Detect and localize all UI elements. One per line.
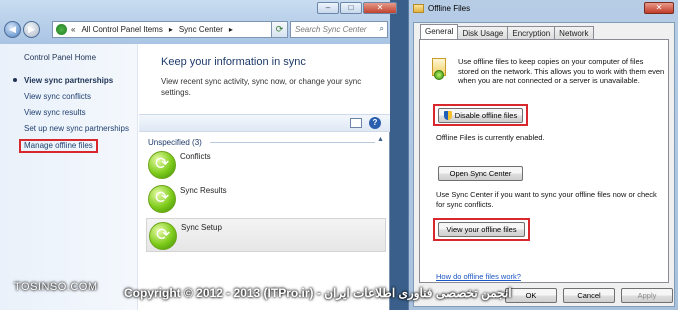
tab-strip: General Disk Usage Encryption Network [420, 24, 594, 39]
sidebar-item-control-panel-home[interactable]: Control Panel Home [24, 53, 96, 62]
disable-offline-files-button[interactable]: Disable offline files [438, 108, 523, 123]
group-divider [210, 142, 375, 143]
disable-offline-files-label: Disable offline files [454, 111, 518, 120]
list-item-label: Sync Setup [181, 223, 222, 232]
view-offline-files-button[interactable]: View your offline files [438, 222, 525, 237]
search-input[interactable]: Search Sync Center ⌕ [290, 21, 388, 38]
status-text: Offline Files is currently enabled. [436, 133, 545, 142]
list-item-conflicts[interactable]: Conflicts [146, 148, 386, 182]
cancel-button[interactable]: Cancel [563, 288, 615, 303]
close-button[interactable]: ✕ [363, 2, 397, 14]
dialog-body: General Disk Usage Encryption Network Us… [413, 22, 675, 307]
general-tab-panel: Use offline files to keep copies on your… [419, 39, 669, 283]
apply-button[interactable]: Apply [621, 288, 673, 303]
list-item-sync-setup[interactable]: Sync Setup [146, 218, 386, 252]
command-bar: ? [139, 114, 390, 132]
list-item-label: Sync Results [180, 186, 227, 195]
address-chevron[interactable]: « [71, 25, 75, 34]
close-button[interactable]: ✕ [644, 2, 674, 14]
group-header[interactable]: Unspecified (3) [148, 138, 202, 147]
sync-center-hint: Use Sync Center if you want to sync your… [436, 190, 657, 209]
title-bar: – □ ✕ ◀ ▶ « All Control Panel Items ▸ Sy… [0, 0, 397, 44]
change-view-icon[interactable] [350, 118, 362, 128]
open-sync-center-button[interactable]: Open Sync Center [438, 166, 523, 181]
refresh-icon[interactable]: ⟳ [271, 21, 288, 38]
offline-files-description: Use offline files to keep copies on your… [458, 57, 665, 85]
sync-icon [148, 185, 176, 213]
breadcrumb-separator[interactable]: ▸ [229, 25, 233, 34]
breadcrumb-all-control-panel-items[interactable]: All Control Panel Items [81, 25, 162, 34]
collapse-chevron-icon[interactable]: ▲ [377, 136, 384, 143]
breadcrumb-sync-center[interactable]: Sync Center [179, 25, 223, 34]
back-button[interactable]: ◀ [4, 21, 21, 38]
help-link[interactable]: How do offline files work? [436, 272, 521, 281]
maximize-button[interactable]: □ [340, 2, 362, 14]
sidebar-item-set-up-new-sync-partnerships[interactable]: Set up new sync partnerships [24, 124, 129, 133]
list-item-label: Conflicts [180, 152, 211, 161]
sidebar-item-view-sync-results[interactable]: View sync results [24, 108, 86, 117]
forward-button[interactable]: ▶ [23, 21, 40, 38]
minimize-button[interactable]: – [317, 2, 339, 14]
sidebar-item-view-sync-conflicts[interactable]: View sync conflicts [24, 92, 91, 101]
page-description: View recent sync activity, sync now, or … [161, 77, 362, 97]
page-header: Keep your information in sync View recen… [139, 44, 390, 114]
sidebar-item-view-sync-partnerships[interactable]: View sync partnerships [24, 76, 113, 85]
ok-button[interactable]: OK [505, 288, 557, 303]
search-icon[interactable]: ⌕ [380, 24, 384, 34]
uac-shield-icon [443, 111, 452, 120]
sidebar-item-manage-offline-files[interactable]: Manage offline files [19, 139, 98, 153]
offline-files-window: Offline Files ✕ General Disk Usage Encry… [408, 0, 678, 310]
tab-disk-usage[interactable]: Disk Usage [457, 26, 509, 39]
tab-encryption[interactable]: Encryption [507, 26, 556, 39]
control-panel-icon [56, 24, 67, 35]
window-controls: – □ ✕ [316, 2, 397, 14]
sync-center-window: – □ ✕ ◀ ▶ « All Control Panel Items ▸ Sy… [0, 0, 397, 310]
watermark-copyright: Copyright © 2012 - 2013 (ITPro.ir) - انج… [124, 286, 512, 300]
dialog-title: Offline Files [413, 4, 470, 13]
list-item-sync-results[interactable]: Sync Results [146, 182, 386, 216]
sidebar: Control Panel Home View sync partnership… [0, 44, 138, 310]
sync-icon [148, 151, 176, 179]
search-placeholder: Search Sync Center [295, 25, 367, 34]
sync-icon [149, 222, 177, 250]
tab-general[interactable]: General [420, 24, 459, 39]
offline-folder-icon [432, 58, 448, 80]
tab-network[interactable]: Network [554, 26, 594, 39]
watermark-site: TOSINSO.COM [14, 281, 98, 293]
breadcrumb-separator[interactable]: ▸ [169, 25, 173, 34]
current-page-bullet-icon [13, 78, 17, 82]
address-bar[interactable]: « All Control Panel Items ▸ Sync Center … [52, 21, 282, 38]
page-title: Keep your information in sync [161, 56, 306, 68]
offline-files-icon [413, 4, 424, 13]
help-icon[interactable]: ? [369, 117, 381, 129]
dialog-title-text: Offline Files [428, 4, 471, 13]
